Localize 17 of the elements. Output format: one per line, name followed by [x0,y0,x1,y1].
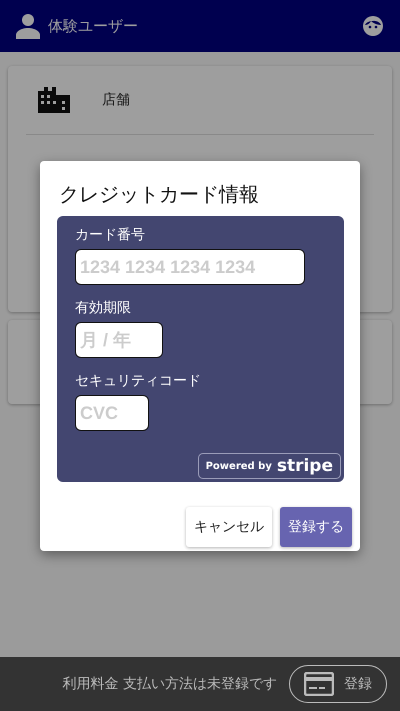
brand-wordmark: stripe [276,456,333,476]
field-label: カード番号 [75,226,145,244]
support-agent-icon[interactable] [362,15,384,37]
building-icon [38,87,70,113]
store-label: 店舗 [102,91,130,109]
dialog-title: クレジットカード情報 [59,181,260,208]
credit-card-icon [304,672,334,696]
powered-by-badge[interactable]: Powered by stripe [198,453,341,479]
field-label: 有効期限 [75,299,131,317]
cancel-button[interactable]: キャンセル [186,507,272,547]
powered-by-text: Powered by [206,460,272,472]
register-button[interactable]: 登録する [280,507,352,547]
register-payment-button[interactable]: 登録 [289,665,387,703]
user-icon [16,13,40,39]
user-name: 体験ユーザー [48,16,138,36]
field-label: セキュリティコード [75,372,201,390]
payment-status-text: 利用料金 支払い方法は未登録です [62,675,277,693]
